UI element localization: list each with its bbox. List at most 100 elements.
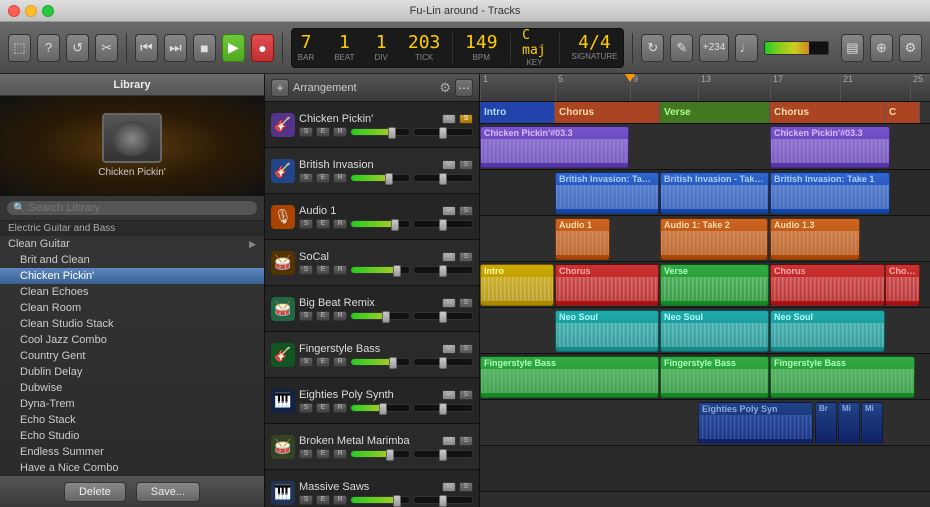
library-sub-country-gent[interactable]: Country Gent: [0, 348, 264, 364]
clip-chicken-1[interactable]: Chicken Pickin'#03.3: [480, 126, 629, 168]
volume-slider[interactable]: [350, 496, 410, 504]
pan-thumb[interactable]: [439, 449, 447, 461]
clip-eighties-3[interactable]: Mi: [838, 402, 860, 444]
library-sub-echo-studio[interactable]: Echo Studio: [0, 428, 264, 444]
volume-thumb[interactable]: [393, 265, 401, 277]
pan-slider[interactable]: [413, 128, 473, 136]
add-track-button[interactable]: +: [271, 79, 289, 97]
library-item-clean-guitar[interactable]: Clean Guitar ▶: [0, 236, 264, 252]
library-sub-clean-studio[interactable]: Clean Studio Stack: [0, 316, 264, 332]
volume-slider[interactable]: [350, 266, 410, 274]
fx-button[interactable]: E: [316, 173, 330, 183]
mute-button[interactable]: M: [442, 114, 456, 124]
fx-button[interactable]: E: [316, 127, 330, 137]
sync-button[interactable]: ↻: [641, 34, 664, 62]
library-sub-echo-stack[interactable]: Echo Stack: [0, 412, 264, 428]
library-sub-brit-and-clean[interactable]: Brit and Clean: [0, 252, 264, 268]
volume-slider[interactable]: [350, 450, 410, 458]
volume-slider[interactable]: [350, 220, 410, 228]
library-sub-cool-jazz[interactable]: Cool Jazz Combo: [0, 332, 264, 348]
read-button[interactable]: R: [333, 219, 347, 229]
volume-thumb[interactable]: [391, 219, 399, 231]
fx-button[interactable]: E: [316, 311, 330, 321]
volume-slider[interactable]: [350, 174, 410, 182]
library-sub-clean-echoes[interactable]: Clean Echoes: [0, 284, 264, 300]
send-button[interactable]: S: [299, 311, 313, 321]
fx-button[interactable]: E: [316, 265, 330, 275]
mute-button[interactable]: M: [442, 344, 456, 354]
solo-button[interactable]: S: [459, 206, 473, 216]
pan-thumb[interactable]: [439, 219, 447, 231]
fast-forward-button[interactable]: ⏭: [164, 34, 187, 62]
pan-thumb[interactable]: [439, 495, 447, 507]
mute-button[interactable]: M: [442, 298, 456, 308]
minimize-button[interactable]: [25, 5, 37, 17]
clip-british-2[interactable]: British Invasion - Take 5: [660, 172, 769, 214]
pan-slider[interactable]: [413, 220, 473, 228]
volume-slider[interactable]: [350, 312, 410, 320]
read-button[interactable]: R: [333, 403, 347, 413]
library-sub-dublin-delay[interactable]: Dublin Delay: [0, 364, 264, 380]
library-sub-endless-summer[interactable]: Endless Summer: [0, 444, 264, 460]
fx-button[interactable]: E: [316, 357, 330, 367]
read-button[interactable]: R: [333, 495, 347, 505]
pan-thumb[interactable]: [439, 265, 447, 277]
clip-eighties-1[interactable]: Eighties Poly Syn: [698, 402, 813, 444]
maximize-button[interactable]: [42, 5, 54, 17]
clip-socal-chorus1[interactable]: Chorus: [555, 264, 659, 306]
clip-eighties-4[interactable]: Mi: [861, 402, 883, 444]
pen-button[interactable]: ✎: [670, 34, 693, 62]
clip-fingerstyle-2[interactable]: Fingerstyle Bass: [660, 356, 769, 398]
clip-audio1-2[interactable]: Audio 1: Take 2: [660, 218, 768, 260]
solo-button[interactable]: S: [459, 252, 473, 262]
volume-thumb[interactable]: [393, 495, 401, 507]
pan-slider[interactable]: [413, 358, 473, 366]
send-button[interactable]: S: [299, 357, 313, 367]
delete-button[interactable]: Delete: [64, 482, 126, 502]
clip-socal-intro[interactable]: Intro: [480, 264, 554, 306]
clip-socal-verse[interactable]: Verse: [660, 264, 769, 306]
read-button[interactable]: R: [333, 311, 347, 321]
gear-icon[interactable]: ⚙: [439, 80, 451, 96]
solo-button[interactable]: S: [459, 390, 473, 400]
close-button[interactable]: [8, 5, 20, 17]
read-button[interactable]: R: [333, 127, 347, 137]
track-options-button[interactable]: ⋯: [455, 79, 473, 97]
library-sub-chicken-pickin[interactable]: Chicken Pickin': [0, 268, 264, 284]
clip-audio1-1[interactable]: Audio 1: [555, 218, 610, 260]
solo-button[interactable]: S: [459, 298, 473, 308]
mute-button[interactable]: M: [442, 482, 456, 492]
fx-button[interactable]: E: [316, 495, 330, 505]
send-button[interactable]: S: [299, 127, 313, 137]
pan-thumb[interactable]: [439, 173, 447, 185]
pitch-button[interactable]: +234: [699, 34, 728, 62]
volume-thumb[interactable]: [379, 403, 387, 415]
pan-thumb[interactable]: [439, 311, 447, 323]
send-button[interactable]: S: [299, 219, 313, 229]
pan-slider[interactable]: [413, 312, 473, 320]
view-button[interactable]: ▤: [841, 34, 864, 62]
send-button[interactable]: S: [299, 495, 313, 505]
clip-neo-soul-2[interactable]: Neo Soul: [660, 310, 769, 352]
mute-button[interactable]: M: [442, 436, 456, 446]
fx-button[interactable]: E: [316, 449, 330, 459]
settings-button[interactable]: ⚙: [899, 34, 922, 62]
send-button[interactable]: S: [299, 403, 313, 413]
mute-button[interactable]: M: [442, 206, 456, 216]
tuner-button[interactable]: ♩: [735, 34, 758, 62]
clip-british-3[interactable]: British Invasion: Take 1: [770, 172, 890, 214]
read-button[interactable]: R: [333, 265, 347, 275]
library-sub-dubwise[interactable]: Dubwise: [0, 380, 264, 396]
solo-button[interactable]: S: [459, 436, 473, 446]
pan-thumb[interactable]: [439, 357, 447, 369]
mute-button[interactable]: M: [442, 252, 456, 262]
rewind-button[interactable]: ⏮: [135, 34, 158, 62]
volume-thumb[interactable]: [386, 449, 394, 461]
clip-neo-soul-3[interactable]: Neo Soul: [770, 310, 885, 352]
library-sub-clean-room[interactable]: Clean Room: [0, 300, 264, 316]
clip-fingerstyle-3[interactable]: Fingerstyle Bass: [770, 356, 915, 398]
volume-thumb[interactable]: [389, 357, 397, 369]
fx-button[interactable]: E: [316, 403, 330, 413]
volume-thumb[interactable]: [388, 127, 396, 139]
read-button[interactable]: R: [333, 173, 347, 183]
